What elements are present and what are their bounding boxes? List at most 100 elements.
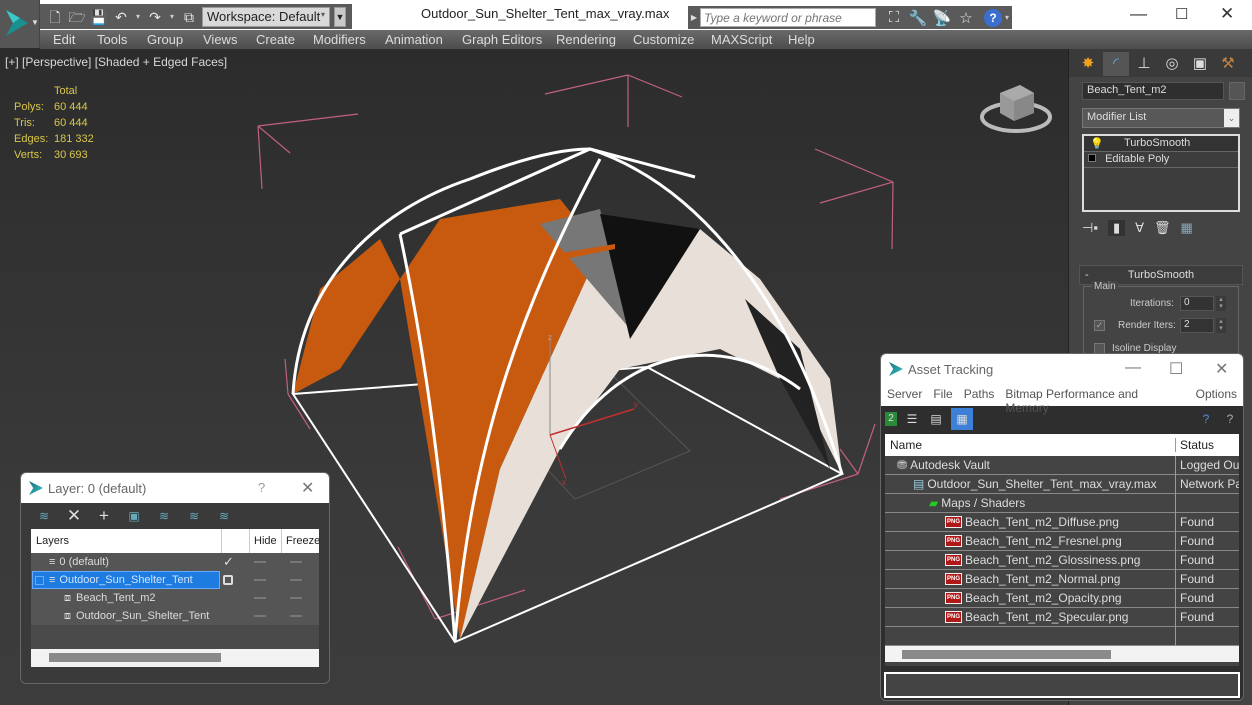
modify-tab-icon[interactable]: ◜ — [1103, 52, 1129, 76]
set-current-layer-icon[interactable]: ≋ — [185, 507, 203, 525]
object-row[interactable]: ⧈ Outdoor_Sun_Shelter_Tent — [31, 607, 319, 625]
freeze-toggle[interactable] — [290, 597, 302, 599]
maximize-button[interactable]: ☐ — [1169, 359, 1183, 379]
hide-toggle[interactable] — [254, 561, 266, 563]
configure-sets-icon[interactable]: ▦ — [1181, 220, 1193, 236]
layer-row-selected[interactable]: ≡ Outdoor_Sun_Shelter_Tent — [31, 571, 319, 589]
menu-maxscript[interactable]: MAXScript — [711, 30, 772, 49]
stack-item-editable-poly[interactable]: Editable Poly — [1084, 152, 1238, 168]
menu-group[interactable]: Group — [147, 30, 183, 49]
close-button[interactable]: ✕ — [1215, 359, 1228, 379]
create-layer-icon[interactable]: ≋ — [35, 507, 53, 525]
horizontal-scrollbar[interactable] — [885, 646, 1239, 662]
stack-item-turbosmooth[interactable]: 💡 TurboSmooth — [1084, 136, 1238, 152]
table-row[interactable]: PNG Beach_Tent_m2_Diffuse.png Found — [885, 512, 1239, 532]
table-row[interactable]: PNG Beach_Tent_m2_Specular.png Found — [885, 607, 1239, 627]
help-button[interactable]: ? — [258, 480, 265, 495]
help-dropdown-icon[interactable]: ▾ — [1005, 13, 1009, 22]
redo-icon[interactable]: ↷ — [146, 8, 164, 26]
table-row[interactable]: PNG Beach_Tent_m2_Glossiness.png Found — [885, 550, 1239, 570]
maximize-button[interactable]: ☐ — [1175, 5, 1188, 23]
help-icon[interactable]: ? — [984, 8, 1002, 27]
remove-modifier-icon[interactable]: 🗑 — [1154, 220, 1171, 236]
column-header-hide[interactable]: Hide — [249, 529, 281, 553]
menu-help[interactable]: Help — [788, 30, 815, 49]
open-folder-icon[interactable]: 🗁 — [68, 8, 86, 26]
menu-tools[interactable]: Tools — [97, 30, 127, 49]
expand-icon[interactable] — [1088, 154, 1096, 162]
menu-edit[interactable]: Edit — [53, 30, 75, 49]
menu-graph-editors[interactable]: Graph Editors — [462, 30, 542, 49]
spinner-arrows-icon[interactable]: ▴ ▾ — [1216, 318, 1226, 333]
menu-file[interactable]: File — [933, 387, 952, 403]
horizontal-scrollbar[interactable] — [31, 649, 319, 667]
layer-row[interactable]: ≡ 0 (default) ✓ — [31, 553, 319, 571]
hide-toggle[interactable] — [254, 615, 266, 617]
pin-stack-icon[interactable]: ⊣▪ — [1082, 220, 1098, 236]
column-header-freeze[interactable]: Freeze — [281, 529, 320, 553]
collapse-icon[interactable] — [35, 575, 44, 585]
render-iters-spinner[interactable]: 2 — [1180, 318, 1214, 333]
display-tab-icon[interactable]: ▣ — [1187, 52, 1213, 76]
object-row[interactable]: ⧈ Beach_Tent_m2 — [31, 589, 319, 607]
menu-rendering[interactable]: Rendering — [556, 30, 616, 49]
column-header-name[interactable]: Name — [885, 438, 1175, 452]
search-input[interactable] — [700, 8, 876, 27]
minimize-button[interactable]: — — [1130, 4, 1147, 24]
undo-icon[interactable]: ↶ — [112, 8, 130, 26]
active-layer-checkmark[interactable]: ✓ — [223, 554, 234, 570]
render-iters-checkbox[interactable]: ✓ — [1094, 320, 1105, 331]
freeze-toggle[interactable] — [290, 615, 302, 617]
scrollbar-thumb[interactable] — [49, 653, 221, 662]
menu-customize[interactable]: Customize — [633, 30, 694, 49]
application-menu-button[interactable]: ▼ — [0, 0, 40, 48]
layer-settings-icon[interactable]: ≋ — [215, 507, 233, 525]
make-unique-icon[interactable]: ∀ — [1135, 220, 1144, 236]
new-file-icon[interactable]: 🗋 — [46, 8, 64, 26]
refresh-icon[interactable]: 2 — [885, 412, 897, 426]
select-layer-icon[interactable]: ≋ — [155, 507, 173, 525]
column-header-status[interactable]: Status — [1175, 438, 1239, 452]
menu-paths[interactable]: Paths — [964, 387, 995, 403]
expand-search-icon[interactable]: ▶ — [688, 13, 700, 22]
redo-dropdown-icon[interactable]: ▾ — [168, 8, 176, 26]
object-color-swatch[interactable] — [1229, 82, 1245, 100]
menu-options[interactable]: Options — [1196, 387, 1237, 403]
delete-layer-icon[interactable]: ✕ — [65, 507, 83, 525]
select-objects-icon[interactable]: ▣ — [125, 507, 143, 525]
menu-animation[interactable]: Animation — [385, 30, 443, 49]
table-row[interactable]: PNG Beach_Tent_m2_Opacity.png Found — [885, 588, 1239, 608]
column-header-layers[interactable]: Layers — [31, 535, 221, 547]
thumbnail-view-icon[interactable]: ▤ — [927, 410, 945, 428]
freeze-toggle[interactable] — [290, 579, 302, 581]
lightbulb-icon[interactable]: 💡 — [1090, 137, 1104, 150]
wrench-icon[interactable]: 🔧 — [906, 9, 930, 27]
table-row[interactable]: PNG Beach_Tent_m2_Normal.png Found — [885, 569, 1239, 589]
hide-toggle[interactable] — [254, 579, 266, 581]
binoculars-icon[interactable]: ⛶ — [882, 9, 906, 26]
table-row[interactable]: ▰ Maps / Shaders — [885, 493, 1239, 513]
table-row[interactable]: PNG Beach_Tent_m2_Fresnel.png Found — [885, 531, 1239, 551]
star-icon[interactable]: ☆ — [954, 9, 978, 27]
table-row[interactable]: ⛃ Autodesk Vault Logged Out — [885, 455, 1239, 475]
create-tab-icon[interactable]: ✸ — [1075, 52, 1101, 76]
table-row[interactable]: ▤ Outdoor_Sun_Shelter_Tent_max_vray.max Ne… — [885, 474, 1239, 494]
menu-create[interactable]: Create — [256, 30, 295, 49]
customize-qat-button[interactable]: ▼ — [334, 6, 346, 27]
menu-views[interactable]: Views — [203, 30, 237, 49]
show-end-result-icon[interactable]: ▮ — [1107, 220, 1126, 236]
close-button[interactable]: ✕ — [301, 478, 314, 498]
list-view-icon[interactable]: ☰ — [903, 410, 921, 428]
undo-dropdown-icon[interactable]: ▾ — [134, 8, 142, 26]
menu-server[interactable]: Server — [887, 387, 922, 403]
add-to-layer-icon[interactable]: + — [95, 507, 113, 525]
context-help-icon[interactable]: ? — [1221, 410, 1239, 428]
hierarchy-tab-icon[interactable]: ⊥ — [1131, 52, 1157, 76]
minimize-button[interactable]: — — [1125, 359, 1141, 377]
iterations-spinner[interactable]: 0 — [1180, 296, 1214, 311]
set-active-checkbox[interactable] — [223, 575, 233, 585]
project-folder-icon[interactable]: ⧉ — [180, 8, 198, 26]
modifier-list-dropdown[interactable]: Modifier List ⌄ — [1082, 108, 1240, 128]
help-icon[interactable]: ? — [1197, 410, 1215, 428]
menu-bitmap-performance[interactable]: Bitmap Performance and Memory — [1005, 387, 1184, 415]
